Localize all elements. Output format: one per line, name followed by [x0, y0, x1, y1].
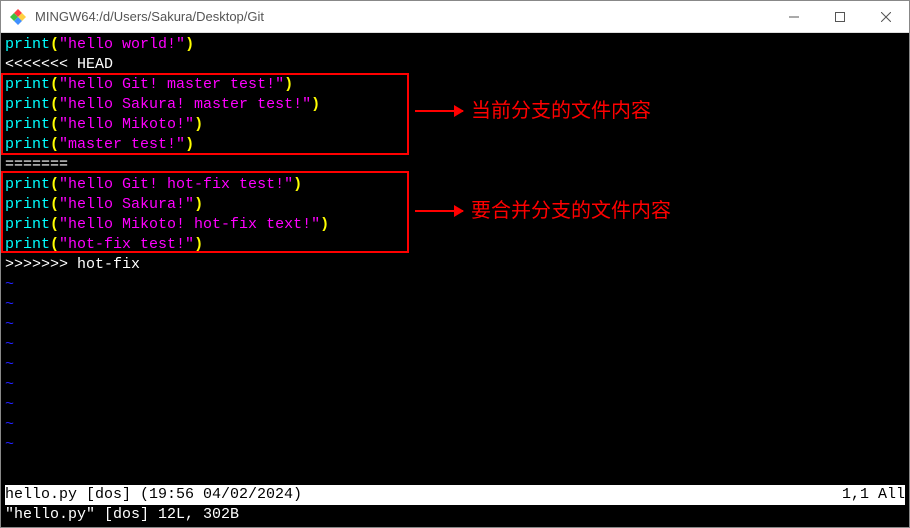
tilde-line: ~: [5, 415, 905, 435]
close-button[interactable]: [863, 1, 909, 32]
tilde-line: ~: [5, 435, 905, 455]
tilde-line: ~: [5, 335, 905, 355]
tilde-line: ~: [5, 275, 905, 295]
terminal-area[interactable]: print("hello world!") <<<<<<< HEAD print…: [1, 33, 909, 527]
mintty-window: MINGW64:/d/Users/Sakura/Desktop/Git prin…: [0, 0, 910, 528]
maximize-icon: [835, 12, 845, 22]
app-icon: [9, 8, 27, 26]
token-func: print: [5, 96, 50, 113]
status-left: hello.py [dos] (19:56 04/02/2024): [5, 485, 302, 505]
maximize-button[interactable]: [817, 1, 863, 32]
token-paren: (: [50, 76, 59, 93]
close-icon: [881, 12, 891, 22]
token-string: "hello world!": [59, 36, 185, 53]
token-paren: ): [293, 176, 302, 193]
token-string: "hello Git! hot-fix test!": [59, 176, 293, 193]
token-paren: ): [185, 136, 194, 153]
token-func: print: [5, 216, 50, 233]
code-line: print("hello world!"): [5, 35, 905, 55]
window-title: MINGW64:/d/Users/Sakura/Desktop/Git: [35, 9, 771, 24]
token-func: print: [5, 176, 50, 193]
code-line: print("hello Git! hot-fix test!"): [5, 175, 905, 195]
token-paren: ): [194, 116, 203, 133]
token-paren: (: [50, 196, 59, 213]
tilde-line: ~: [5, 395, 905, 415]
token-paren: ): [320, 216, 329, 233]
token-paren: ): [194, 236, 203, 253]
vim-statusline: hello.py [dos] (19:56 04/02/2024) 1,1 Al…: [5, 485, 905, 505]
token-paren: (: [50, 236, 59, 253]
token-paren: ): [311, 96, 320, 113]
code-line: print("hello Mikoto! hot-fix text!"): [5, 215, 905, 235]
token-paren: (: [50, 136, 59, 153]
token-paren: (: [50, 216, 59, 233]
token-string: "hello Sakura!": [59, 196, 194, 213]
code-line: print("hot-fix test!"): [5, 235, 905, 255]
token-func: print: [5, 236, 50, 253]
tilde-line: ~: [5, 295, 905, 315]
conflict-marker-sep: =======: [5, 155, 905, 175]
code-line: print("hello Sakura!"): [5, 195, 905, 215]
token-string: "hello Mikoto! hot-fix text!": [59, 216, 320, 233]
token-func: print: [5, 136, 50, 153]
minimize-button[interactable]: [771, 1, 817, 32]
code-line: print("hello Git! master test!"): [5, 75, 905, 95]
vim-commandline: "hello.py" [dos] 12L, 302B: [5, 505, 239, 525]
tilde-line: ~: [5, 315, 905, 335]
token-paren: (: [50, 36, 59, 53]
minimize-icon: [789, 12, 799, 22]
token-paren: (: [50, 176, 59, 193]
code-line: print("hello Mikoto!"): [5, 115, 905, 135]
tilde-line: ~: [5, 355, 905, 375]
token-paren: (: [50, 116, 59, 133]
tilde-line: ~: [5, 375, 905, 395]
token-string: "master test!": [59, 136, 185, 153]
token-func: print: [5, 116, 50, 133]
code-line: print("hello Sakura! master test!"): [5, 95, 905, 115]
token-func: print: [5, 36, 50, 53]
token-func: print: [5, 76, 50, 93]
conflict-marker-end: >>>>>>> hot-fix: [5, 255, 905, 275]
token-string: "hello Sakura! master test!": [59, 96, 311, 113]
status-position: 1,1 All: [842, 485, 905, 505]
token-paren: ): [194, 196, 203, 213]
token-string: "hot-fix test!": [59, 236, 194, 253]
conflict-marker-head: <<<<<<< HEAD: [5, 55, 905, 75]
token-paren: (: [50, 96, 59, 113]
token-paren: ): [284, 76, 293, 93]
token-string: "hello Git! master test!": [59, 76, 284, 93]
token-paren: ): [185, 36, 194, 53]
titlebar[interactable]: MINGW64:/d/Users/Sakura/Desktop/Git: [1, 1, 909, 33]
token-string: "hello Mikoto!": [59, 116, 194, 133]
code-line: print("master test!"): [5, 135, 905, 155]
window-controls: [771, 1, 909, 32]
token-func: print: [5, 196, 50, 213]
